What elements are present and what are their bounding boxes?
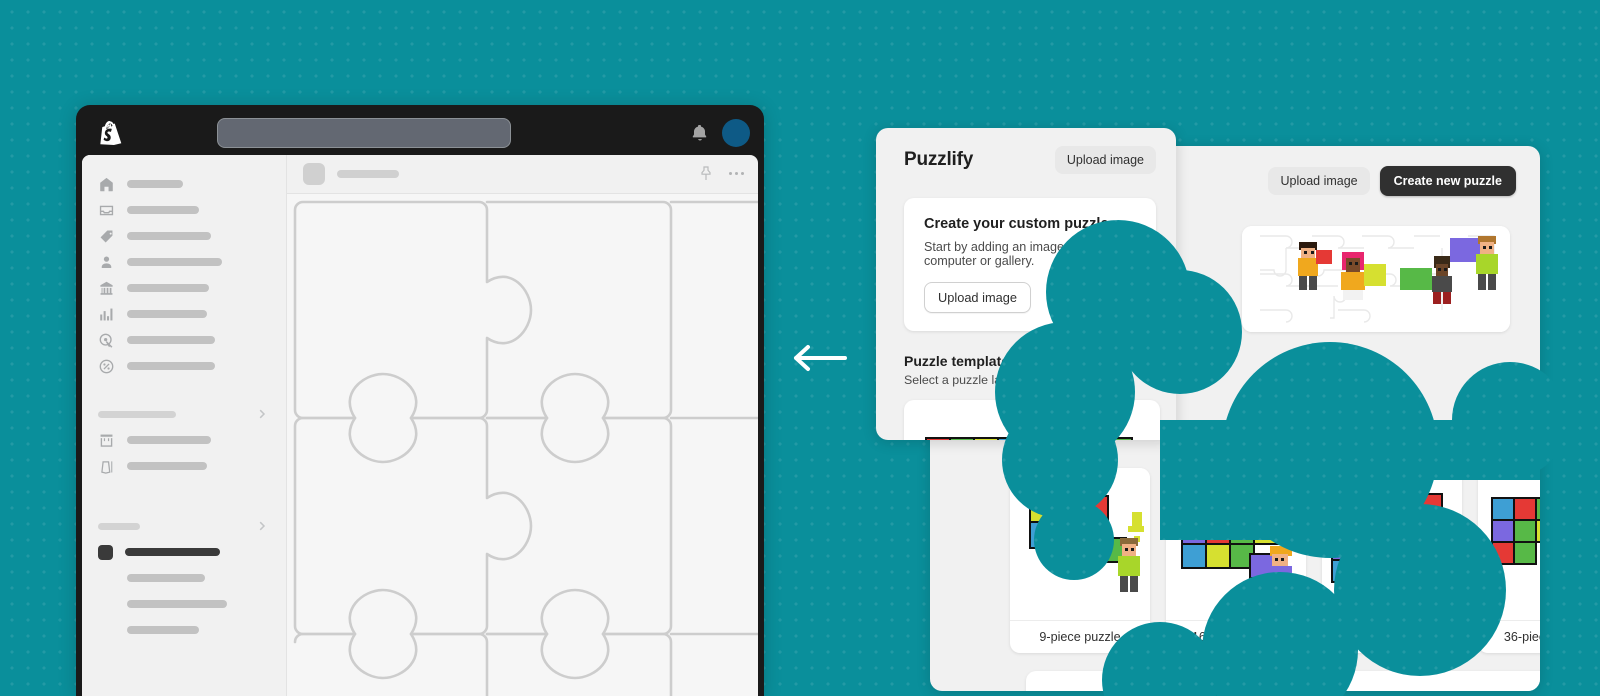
sidebar-label-placeholder <box>127 362 215 370</box>
page-title: Puzzlify <box>904 149 974 170</box>
page-title-placeholder <box>337 169 399 178</box>
admin-topbar-actions <box>690 119 750 147</box>
template-card[interactable]: 16-piece puzzle <box>1166 468 1306 653</box>
template-label: 16-piece puzzle <box>1166 620 1306 653</box>
sidebar-section-label-placeholder <box>98 522 140 530</box>
sidebar-label-placeholder <box>127 258 222 266</box>
sidebar-label-placeholder <box>127 462 207 470</box>
page-thumb <box>303 162 325 185</box>
sidebar-section-label-placeholder <box>98 410 176 418</box>
ready-to-start-card: Ready to get going on your custom puzzle… <box>1026 671 1540 691</box>
sidebar-item-analytics[interactable] <box>98 301 272 327</box>
sidebar-item-products[interactable] <box>98 223 272 249</box>
sidebar-label-placeholder <box>127 626 199 634</box>
sidebar-section-sales-channels[interactable] <box>98 401 272 427</box>
sidebar-item-finances[interactable] <box>98 275 272 301</box>
shopify-admin-window <box>76 105 764 696</box>
template-card[interactable]: 25-piece puzzle <box>1322 468 1462 653</box>
admin-search-input[interactable] <box>217 118 512 148</box>
puzzle-outline-canvas <box>287 193 758 696</box>
sidebar-label-placeholder <box>127 600 227 608</box>
person-icon <box>101 255 112 268</box>
upload-image-cta-button[interactable]: Upload image <box>924 282 1031 313</box>
sidebar-item-discounts[interactable] <box>98 353 272 379</box>
create-card-subtitle: Start by adding an image to your compute… <box>924 240 1107 268</box>
puzzle-36-art <box>1478 468 1540 620</box>
template-label: 36-piece puzzle <box>1478 620 1540 653</box>
discount-icon <box>99 359 114 373</box>
sidebar-item-marketing[interactable] <box>98 327 272 353</box>
sidebar-divider <box>98 479 272 513</box>
sidebar-item-shop[interactable] <box>98 453 272 479</box>
sidebar-label-placeholder <box>127 284 209 292</box>
admin-page-header <box>287 155 758 194</box>
user-avatar[interactable] <box>721 119 750 147</box>
template-card[interactable]: 36-piece puzzle <box>1478 468 1540 653</box>
sidebar-item-home[interactable] <box>98 171 272 197</box>
shopify-logo <box>100 121 122 145</box>
more-horizontal-icon[interactable] <box>729 172 744 176</box>
puzzlify-panel-header: Puzzlify Upload image <box>876 128 1176 184</box>
puzzle-9-art <box>1010 468 1150 620</box>
puzzlify-app: Upload image Create new puzzle started. … <box>860 120 1600 696</box>
sidebar-section-apps[interactable] <box>98 513 272 539</box>
puzzle-outline-svg <box>293 200 758 696</box>
arrow-left-icon <box>794 345 847 371</box>
chevron-right-icon <box>259 521 266 531</box>
sidebar-item-active-app[interactable] <box>98 539 272 565</box>
puzzlify-floating-panel: Puzzlify Upload image Create your custom… <box>876 128 1176 440</box>
sidebar-label-placeholder <box>127 574 205 582</box>
shop-icon <box>101 460 113 474</box>
inbox-icon <box>99 205 114 215</box>
template-card-list: 9-piece puzzle 16-piece puzzle 25-piece … <box>1010 468 1540 653</box>
sidebar-subitem[interactable] <box>98 591 272 617</box>
sidebar-label-placeholder <box>127 180 183 188</box>
pin-icon[interactable] <box>699 166 713 181</box>
create-card-title: Create your custom puzzle <box>924 216 1109 232</box>
admin-main-content <box>287 155 758 696</box>
templates-section: Puzzle templates Select a puzzle layout … <box>876 331 1176 387</box>
bell-icon[interactable] <box>690 123 710 143</box>
marketing-icon <box>99 333 113 348</box>
puzzle-hero-card[interactable] <box>1242 226 1510 332</box>
chevron-right-icon <box>259 409 266 419</box>
sidebar-divider <box>98 379 272 401</box>
sidebar-label-placeholder <box>127 336 215 344</box>
puzzle-16-art <box>1166 468 1306 620</box>
create-new-puzzle-button[interactable]: Create new puzzle <box>1379 166 1516 196</box>
template-label: 25-piece puzzle <box>1322 620 1462 653</box>
analytics-icon <box>100 308 113 320</box>
store-icon <box>100 434 113 447</box>
admin-body <box>82 155 758 696</box>
puzzle-hero-art <box>1242 226 1510 332</box>
admin-sidebar <box>82 155 287 696</box>
sidebar-label-placeholder <box>127 232 211 240</box>
sidebar-item-customers[interactable] <box>98 249 272 275</box>
sidebar-label-placeholder <box>127 436 211 444</box>
puzzle-25-art <box>1322 468 1462 620</box>
sidebar-label-placeholder <box>127 310 207 318</box>
template-card[interactable]: 9-piece puzzle <box>1010 468 1150 653</box>
sidebar-subitem[interactable] <box>98 617 272 643</box>
template-preview-art <box>925 437 1133 440</box>
template-label: 9-piece puzzle <box>1010 620 1150 653</box>
admin-top-bar <box>82 111 758 155</box>
bank-icon <box>100 281 113 295</box>
upload-image-button-small[interactable]: Upload image <box>1054 146 1156 174</box>
tag-icon <box>100 230 113 242</box>
templates-subtitle: Select a puzzle layout to get started. <box>904 373 1104 387</box>
sidebar-label-placeholder <box>127 206 199 214</box>
home-icon <box>100 177 113 191</box>
sidebar-subitem[interactable] <box>98 565 272 591</box>
template-preview-card[interactable] <box>904 400 1160 440</box>
upload-image-button[interactable]: Upload image <box>1268 167 1370 195</box>
create-puzzle-card: Create your custom puzzle Start by addin… <box>904 198 1156 331</box>
sidebar-label-placeholder <box>125 548 220 556</box>
page-header-actions <box>699 166 744 181</box>
templates-title: Puzzle templates <box>904 353 1017 369</box>
sidebar-item-online-store[interactable] <box>98 427 272 453</box>
app-icon <box>98 544 113 560</box>
sidebar-item-orders[interactable] <box>98 197 272 223</box>
ready-card-title: Ready to get going on your custom puzzle… <box>1048 689 1278 691</box>
